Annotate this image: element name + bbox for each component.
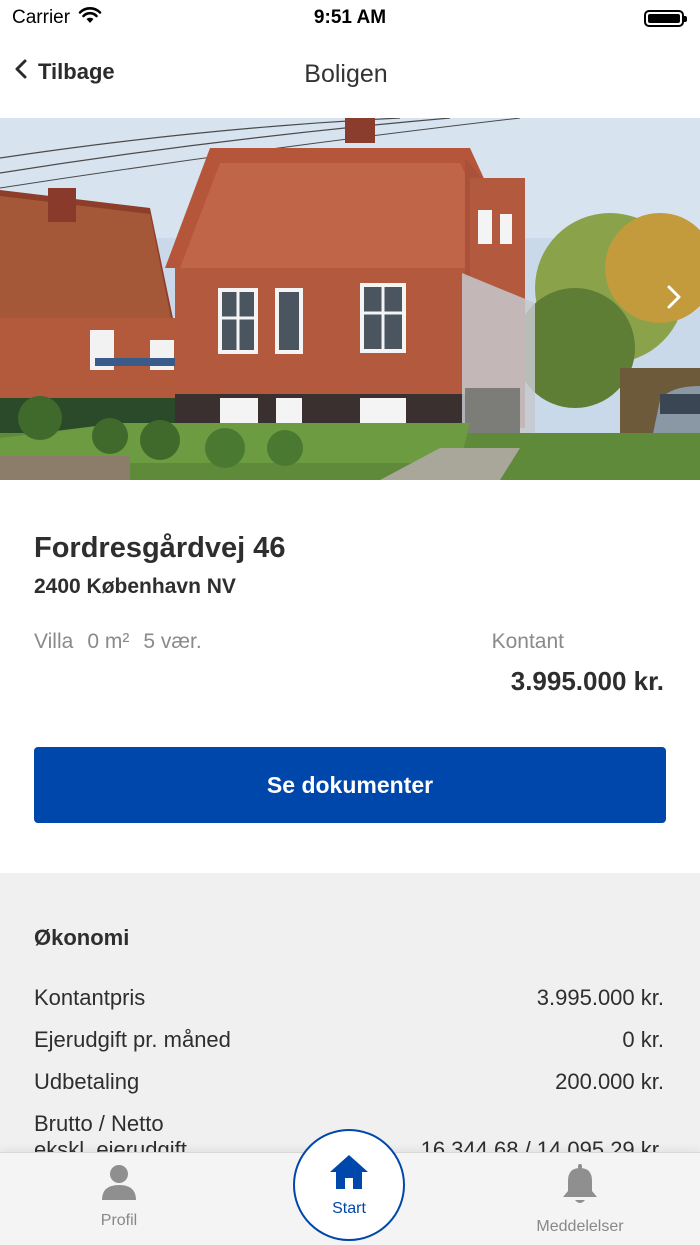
next-photo-button[interactable] (666, 284, 682, 315)
economy-row-label-line1: Brutto / Netto (34, 1111, 164, 1136)
economy-row: Ejerudgift pr. måned 0 kr. (34, 1027, 664, 1053)
status-right (644, 9, 700, 27)
property-facts: Villa 0 m² 5 vær. (34, 630, 202, 654)
tab-profile[interactable]: Profil (79, 1163, 159, 1230)
economy-row-value: 0 kr. (622, 1027, 664, 1052)
economy-row-value: 3.995.000 kr. (536, 985, 664, 1010)
economy-row-label: Kontantpris (34, 985, 146, 1010)
navigation-bar: Tilbage Boligen (0, 36, 700, 118)
property-postal: 2400 København NV (34, 575, 236, 598)
battery-icon (644, 9, 687, 27)
status-time: 9:51 AM (313, 7, 387, 28)
tab-notifications[interactable]: Meddelelser (520, 1163, 640, 1236)
carrier-label: Carrier (12, 7, 71, 28)
property-info: Fordresgårdvej 46 2400 København NV Vill… (0, 480, 700, 873)
see-documents-button[interactable]: Se dokumenter (34, 747, 666, 823)
price-value: 3.995.000 kr. (510, 666, 664, 696)
economy-row-label: Ejerudgift pr. måned (34, 1027, 231, 1052)
property-photo[interactable] (0, 118, 700, 480)
economy-title: Økonomi (34, 925, 130, 950)
wifi-icon (78, 6, 102, 30)
house-photo-image (0, 118, 700, 480)
page-title: Boligen (304, 60, 388, 88)
economy-row-label: Udbetaling (34, 1069, 140, 1094)
home-icon (328, 1153, 370, 1196)
bell-icon (560, 1163, 600, 1212)
property-type: Villa (34, 630, 74, 653)
tab-start-label: Start (332, 1199, 366, 1217)
status-bar: Carrier 9:51 AM (0, 0, 700, 36)
property-address: Fordresgårdvej 46 (34, 532, 286, 564)
economy-row-value: 200.000 kr. (555, 1069, 664, 1094)
tab-notifications-label: Meddelelser (536, 1218, 624, 1235)
property-rooms: 5 vær. (143, 630, 202, 653)
economy-row: Kontantpris 3.995.000 kr. (34, 985, 664, 1011)
tab-start[interactable]: Start (293, 1129, 405, 1241)
status-left: Carrier (0, 6, 102, 30)
chevron-right-icon (666, 285, 682, 314)
economy-row: Udbetaling 200.000 kr. (34, 1069, 664, 1095)
price-label: Kontant (491, 630, 564, 653)
person-icon (99, 1163, 139, 1206)
property-area: 0 m² (87, 630, 130, 653)
tab-profile-label: Profil (100, 1212, 138, 1229)
